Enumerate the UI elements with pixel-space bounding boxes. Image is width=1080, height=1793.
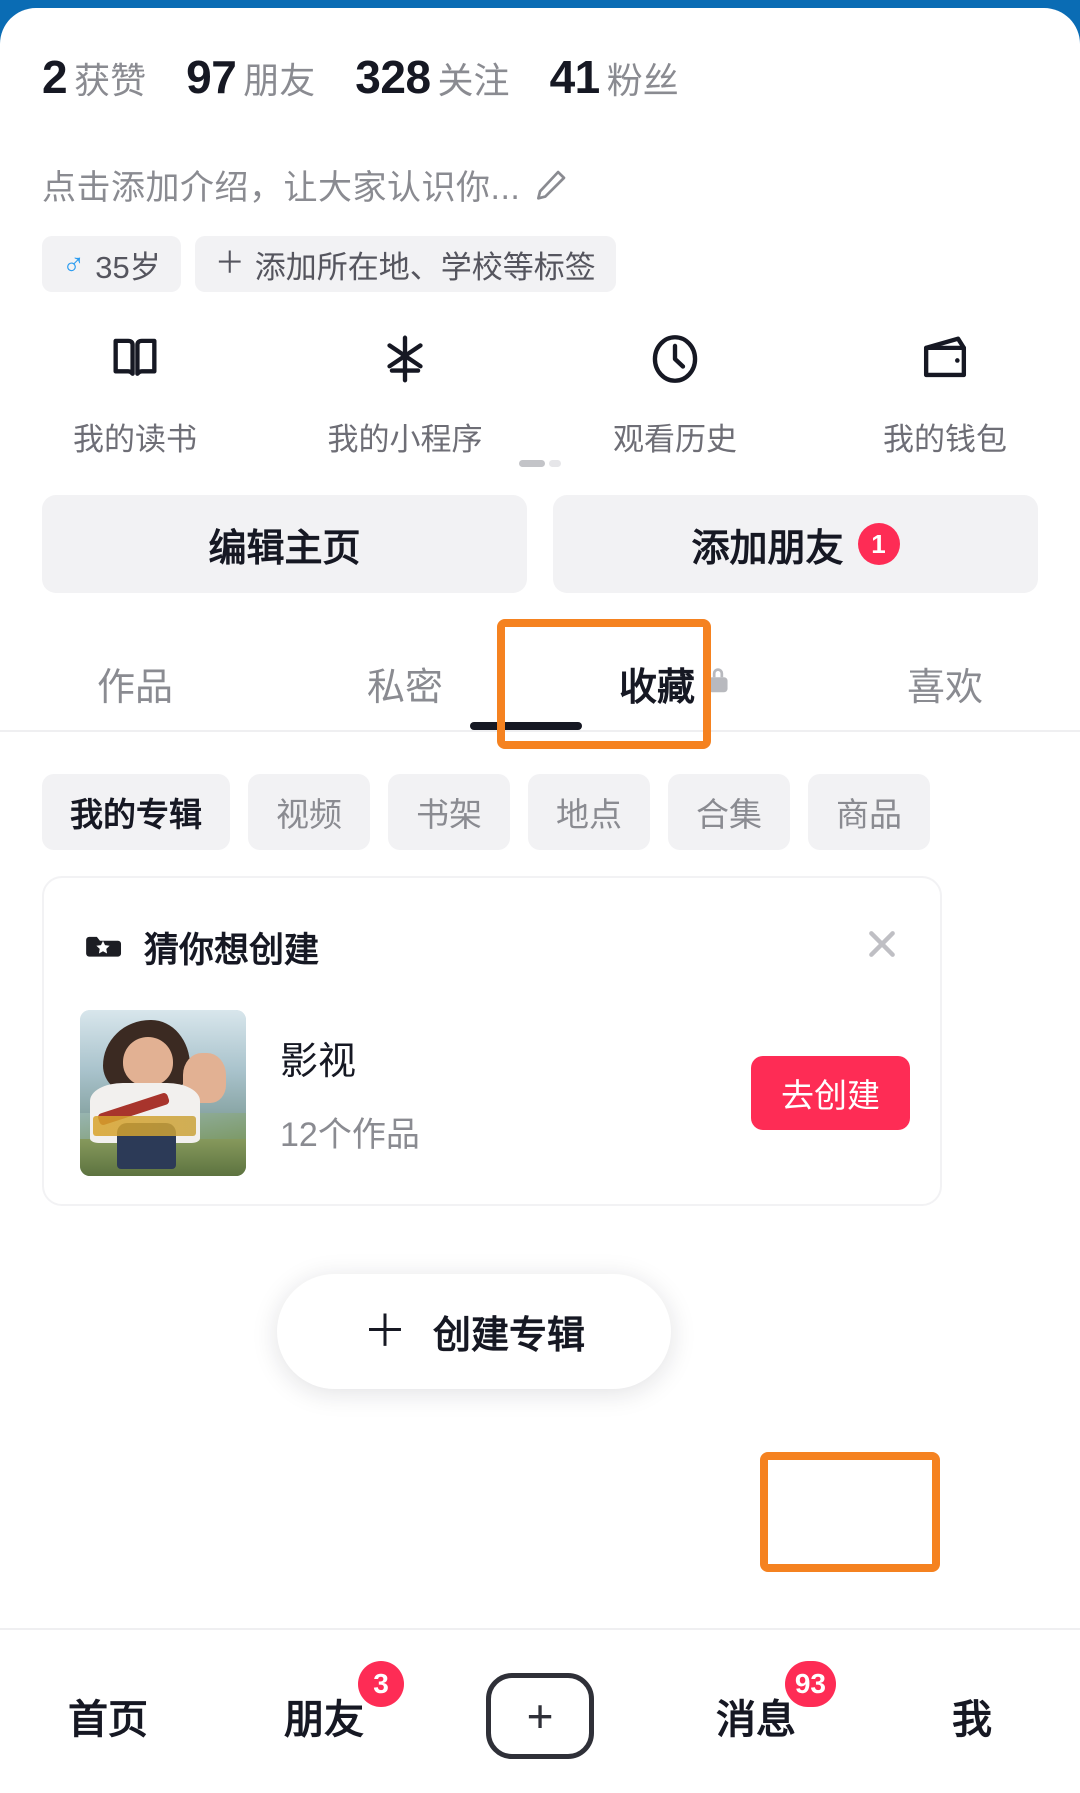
go-create-label: 去创建 (781, 1077, 880, 1114)
add-friend-label: 添加朋友 (691, 527, 844, 570)
nav-me-label: 我 (952, 1697, 992, 1742)
entry-my-miniprograms-label: 我的小程序 (327, 422, 483, 457)
suggestion-card-body: 影视 12个作品 去创建 (80, 1010, 910, 1176)
nav-messages-label: 消息 93 (716, 1660, 836, 1745)
album-name: 影视 (280, 1041, 357, 1083)
chip-my-albums-label: 我的专辑 (70, 796, 202, 833)
pencil-icon[interactable] (532, 166, 570, 204)
chip-compilations[interactable]: 合集 (668, 774, 790, 850)
stat-friends-number: 97 (186, 51, 237, 103)
plus-icon: ＋ (214, 247, 245, 280)
chip-bookshelf-label: 书架 (416, 796, 482, 833)
tab-active-underline (470, 722, 582, 730)
add-friend-badge: 1 (857, 523, 900, 565)
chip-compilations-label: 合集 (696, 796, 762, 833)
bio-row[interactable]: 点击添加介绍，让大家认识你... (42, 160, 570, 209)
chip-bookshelf[interactable]: 书架 (388, 774, 510, 850)
nav-friends-badge: 3 (358, 1660, 404, 1707)
clock-icon (646, 326, 704, 392)
entry-my-wallet[interactable]: 我的钱包 (810, 326, 1080, 459)
wallet-icon (916, 326, 974, 392)
tab-favorites-label: 收藏 (618, 666, 695, 709)
nav-item-create[interactable]: + (432, 1630, 648, 1793)
chip-my-albums[interactable]: 我的专辑 (42, 774, 230, 850)
stat-followers-label: 粉丝 (606, 60, 679, 101)
highlight-box-me-nav (760, 1452, 940, 1572)
suggestion-card-header: 猜你想创建 (80, 922, 319, 973)
chip-videos-label: 视频 (276, 796, 342, 833)
bottom-nav: 首页 朋友 3 + 消息 93 我 (0, 1630, 1080, 1793)
book-icon (106, 326, 164, 392)
close-icon[interactable] (854, 916, 910, 972)
nav-item-messages[interactable]: 消息 93 (648, 1630, 864, 1793)
plus-icon: ＋ (362, 1306, 407, 1356)
entry-watch-history-label: 观看历史 (613, 422, 737, 457)
entries-scroll-indicator (519, 460, 561, 467)
folder-star-icon (80, 925, 126, 971)
entry-my-miniprograms[interactable]: 我的小程序 (270, 326, 540, 459)
phone-screen: 2 获赞 97 朋友 328 关注 41 粉丝 点击添加介绍，让大家认识你... (0, 0, 1080, 1793)
bio-placeholder-text: 点击添加介绍，让大家认识你... (42, 169, 521, 207)
lock-icon (705, 662, 731, 705)
tab-private-label: 私密 (366, 666, 443, 709)
edit-profile-button[interactable]: 编辑主页 (42, 495, 527, 593)
nav-messages-badge: 93 (784, 1660, 836, 1707)
nav-home-label: 首页 (68, 1697, 148, 1742)
app-surface: 2 获赞 97 朋友 328 关注 41 粉丝 点击添加介绍，让大家认识你... (0, 8, 1080, 1793)
album-meta: 影视 12个作品 (280, 1030, 751, 1156)
add-friend-button[interactable]: 添加朋友 1 (553, 495, 1038, 593)
entry-my-reading[interactable]: 我的读书 (0, 326, 270, 459)
stat-following-label: 关注 (437, 60, 510, 101)
stat-likes-label: 获赞 (74, 60, 147, 101)
album-thumbnail (80, 1010, 246, 1176)
chip-products-label: 商品 (836, 796, 902, 833)
profile-action-row: 编辑主页 添加朋友 1 (42, 495, 1038, 593)
suggestion-card-title: 猜你想创建 (144, 931, 320, 970)
nav-item-me[interactable]: 我 (864, 1630, 1080, 1793)
mini-program-icon (376, 326, 434, 392)
entry-watch-history[interactable]: 观看历史 (540, 326, 810, 459)
stat-following[interactable]: 328 关注 (355, 50, 509, 104)
stat-following-number: 328 (355, 51, 431, 103)
tab-favorites[interactable]: 收藏 (540, 628, 810, 738)
collection-filter-chips: 我的专辑 视频 书架 地点 合集 商品 (0, 774, 1080, 850)
create-album-button[interactable]: ＋ 创建专辑 (277, 1274, 671, 1389)
profile-tag-row: ♂ 35岁 ＋ 添加所在地、学校等标签 (42, 236, 616, 292)
plus-box-icon: + (486, 1672, 594, 1759)
nav-item-home[interactable]: 首页 (0, 1630, 216, 1793)
profile-stats: 2 获赞 97 朋友 328 关注 41 粉丝 (42, 50, 679, 104)
stat-followers[interactable]: 41 粉丝 (550, 50, 679, 104)
quick-entries: 我的读书 我的小程序 观看历史 我的钱包 (0, 326, 1080, 459)
edit-profile-label: 编辑主页 (208, 527, 361, 570)
chip-places[interactable]: 地点 (528, 774, 650, 850)
album-item-count: 12个作品 (280, 1116, 420, 1154)
suggestion-card: 猜你想创建 影视 12个作品 去创建 (42, 876, 942, 1206)
go-create-button[interactable]: 去创建 (751, 1056, 910, 1130)
tag-age-label: 35岁 (95, 249, 161, 285)
tag-add-label-text: 添加所在地、学校等标签 (254, 249, 596, 285)
stat-followers-number: 41 (549, 51, 601, 103)
tab-works-label: 作品 (96, 666, 173, 709)
stat-friends-label: 朋友 (243, 60, 316, 101)
entry-my-reading-label: 我的读书 (73, 422, 197, 457)
nav-friends-label: 朋友 3 (284, 1660, 404, 1745)
stat-likes-number: 2 (42, 51, 68, 103)
stat-friends[interactable]: 97 朋友 (186, 50, 315, 104)
tag-add-label[interactable]: ＋ 添加所在地、学校等标签 (194, 236, 616, 292)
entry-my-wallet-label: 我的钱包 (883, 422, 1007, 457)
tab-liked[interactable]: 喜欢 (810, 628, 1080, 738)
tab-liked-label: 喜欢 (906, 666, 983, 709)
tabs-divider (0, 730, 1080, 732)
chip-places-label: 地点 (556, 796, 622, 833)
stat-likes[interactable]: 2 获赞 (42, 50, 146, 104)
create-album-label: 创建专辑 (432, 1315, 585, 1357)
tab-works[interactable]: 作品 (0, 628, 270, 738)
chip-videos[interactable]: 视频 (248, 774, 370, 850)
chip-products[interactable]: 商品 (808, 774, 930, 850)
tag-age[interactable]: ♂ 35岁 (42, 236, 181, 292)
male-icon: ♂ (62, 246, 86, 282)
nav-item-friends[interactable]: 朋友 3 (216, 1630, 432, 1793)
nav-plus-glyph: + (526, 1689, 554, 1742)
